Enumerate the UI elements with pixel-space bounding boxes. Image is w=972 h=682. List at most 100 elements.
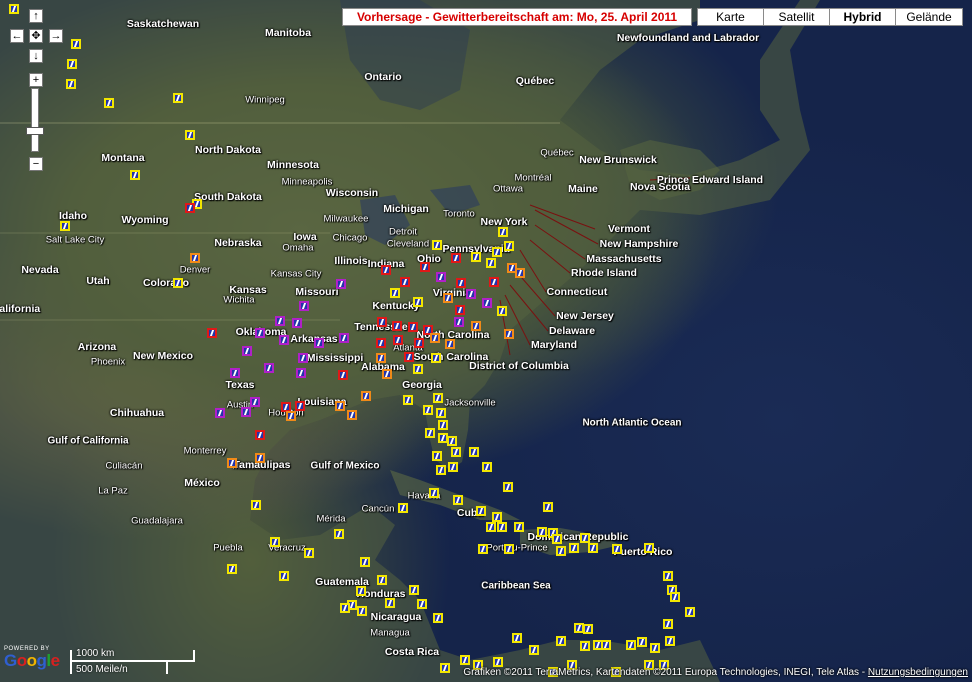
thunderstorm-marker-red[interactable] — [255, 430, 265, 440]
thunderstorm-marker-yellow[interactable] — [385, 598, 395, 608]
thunderstorm-marker-yellow[interactable] — [251, 500, 261, 510]
thunderstorm-marker-red[interactable] — [392, 321, 402, 331]
pan-left-button[interactable]: ← — [10, 29, 24, 43]
thunderstorm-marker-yellow[interactable] — [433, 393, 443, 403]
thunderstorm-marker-purple[interactable] — [466, 289, 476, 299]
thunderstorm-marker-yellow[interactable] — [417, 599, 427, 609]
thunderstorm-marker-yellow[interactable] — [588, 543, 598, 553]
thunderstorm-marker-red[interactable] — [338, 370, 348, 380]
thunderstorm-marker-red[interactable] — [295, 401, 305, 411]
thunderstorm-marker-yellow[interactable] — [429, 488, 439, 498]
thunderstorm-marker-red[interactable] — [381, 265, 391, 275]
pan-right-button[interactable]: → — [49, 29, 63, 43]
thunderstorm-marker-orange[interactable] — [347, 410, 357, 420]
thunderstorm-marker-yellow[interactable] — [497, 522, 507, 532]
thunderstorm-marker-yellow[interactable] — [663, 571, 673, 581]
thunderstorm-marker-orange[interactable] — [430, 333, 440, 343]
thunderstorm-marker-yellow[interactable] — [438, 420, 448, 430]
thunderstorm-marker-yellow[interactable] — [583, 624, 593, 634]
thunderstorm-marker-red[interactable] — [376, 338, 386, 348]
thunderstorm-marker-yellow[interactable] — [486, 522, 496, 532]
thunderstorm-marker-yellow[interactable] — [173, 93, 183, 103]
thunderstorm-marker-red[interactable] — [414, 338, 424, 348]
thunderstorm-marker-yellow[interactable] — [9, 4, 19, 14]
thunderstorm-marker-yellow[interactable] — [398, 503, 408, 513]
terms-of-use-link[interactable]: Nutzungsbedingungen — [868, 667, 968, 678]
map-type-gelande-button[interactable]: Gelände — [895, 8, 963, 26]
thunderstorm-marker-yellow[interactable] — [493, 657, 503, 667]
thunderstorm-marker-purple[interactable] — [292, 318, 302, 328]
thunderstorm-marker-purple[interactable] — [255, 328, 265, 338]
thunderstorm-marker-yellow[interactable] — [612, 544, 622, 554]
map-canvas[interactable]: Saskatchewan Manitoba Ontario Québec Newfoun… — [0, 0, 972, 682]
thunderstorm-marker-yellow[interactable] — [486, 258, 496, 268]
thunderstorm-marker-yellow[interactable] — [503, 482, 513, 492]
thunderstorm-marker-yellow[interactable] — [514, 522, 524, 532]
thunderstorm-marker-orange[interactable] — [376, 353, 386, 363]
thunderstorm-marker-red[interactable] — [456, 278, 466, 288]
thunderstorm-marker-yellow[interactable] — [436, 465, 446, 475]
thunderstorm-marker-purple[interactable] — [241, 407, 251, 417]
thunderstorm-marker-yellow[interactable] — [409, 585, 419, 595]
thunderstorm-marker-yellow[interactable] — [357, 606, 367, 616]
thunderstorm-marker-orange[interactable] — [255, 453, 265, 463]
thunderstorm-marker-yellow[interactable] — [66, 79, 76, 89]
thunderstorm-marker-purple[interactable] — [242, 346, 252, 356]
thunderstorm-marker-yellow[interactable] — [71, 39, 81, 49]
thunderstorm-marker-purple[interactable] — [279, 335, 289, 345]
thunderstorm-marker-purple[interactable] — [250, 397, 260, 407]
thunderstorm-marker-yellow[interactable] — [67, 59, 77, 69]
thunderstorm-marker-yellow[interactable] — [377, 575, 387, 585]
thunderstorm-marker-yellow[interactable] — [471, 252, 481, 262]
pan-up-button[interactable]: ↑ — [29, 9, 43, 23]
zoom-slider-track[interactable] — [31, 88, 39, 152]
thunderstorm-marker-yellow[interactable] — [440, 663, 450, 673]
thunderstorm-marker-yellow[interactable] — [173, 278, 183, 288]
thunderstorm-marker-yellow[interactable] — [447, 436, 457, 446]
thunderstorm-marker-yellow[interactable] — [340, 603, 350, 613]
thunderstorm-marker-red[interactable] — [393, 335, 403, 345]
thunderstorm-marker-yellow[interactable] — [650, 643, 660, 653]
thunderstorm-marker-yellow[interactable] — [431, 353, 441, 363]
thunderstorm-marker-yellow[interactable] — [663, 619, 673, 629]
thunderstorm-marker-yellow[interactable] — [360, 557, 370, 567]
thunderstorm-marker-yellow[interactable] — [665, 636, 675, 646]
thunderstorm-marker-red[interactable] — [185, 203, 195, 213]
thunderstorm-marker-yellow[interactable] — [497, 306, 507, 316]
thunderstorm-marker-purple[interactable] — [314, 338, 324, 348]
thunderstorm-marker-yellow[interactable] — [185, 130, 195, 140]
thunderstorm-marker-orange[interactable] — [286, 411, 296, 421]
thunderstorm-marker-yellow[interactable] — [569, 543, 579, 553]
thunderstorm-marker-yellow[interactable] — [270, 537, 280, 547]
thunderstorm-marker-yellow[interactable] — [580, 533, 590, 543]
thunderstorm-marker-yellow[interactable] — [580, 641, 590, 651]
thunderstorm-marker-purple[interactable] — [339, 333, 349, 343]
zoom-in-button[interactable]: + — [29, 73, 43, 87]
thunderstorm-marker-red[interactable] — [489, 277, 499, 287]
thunderstorm-marker-yellow[interactable] — [476, 506, 486, 516]
thunderstorm-marker-orange[interactable] — [515, 268, 525, 278]
thunderstorm-marker-yellow[interactable] — [460, 655, 470, 665]
thunderstorm-marker-yellow[interactable] — [436, 408, 446, 418]
thunderstorm-marker-yellow[interactable] — [504, 241, 514, 251]
thunderstorm-marker-purple[interactable] — [275, 316, 285, 326]
thunderstorm-marker-yellow[interactable] — [644, 543, 654, 553]
thunderstorm-marker-orange[interactable] — [227, 458, 237, 468]
thunderstorm-marker-red[interactable] — [451, 253, 461, 263]
google-logo[interactable]: POWERED BY Google — [4, 646, 60, 670]
map-type-satellit-button[interactable]: Satellit — [763, 8, 830, 26]
thunderstorm-marker-yellow[interactable] — [304, 548, 314, 558]
thunderstorm-marker-yellow[interactable] — [529, 645, 539, 655]
map-type-karte-button[interactable]: Karte — [697, 8, 764, 26]
thunderstorm-marker-yellow[interactable] — [637, 637, 647, 647]
thunderstorm-marker-purple[interactable] — [436, 272, 446, 282]
thunderstorm-marker-purple[interactable] — [230, 368, 240, 378]
thunderstorm-marker-orange[interactable] — [471, 321, 481, 331]
thunderstorm-marker-yellow[interactable] — [670, 592, 680, 602]
thunderstorm-marker-red[interactable] — [455, 305, 465, 315]
thunderstorm-marker-purple[interactable] — [264, 363, 274, 373]
thunderstorm-marker-purple[interactable] — [215, 408, 225, 418]
thunderstorm-marker-red[interactable] — [420, 262, 430, 272]
thunderstorm-marker-yellow[interactable] — [556, 636, 566, 646]
thunderstorm-marker-purple[interactable] — [336, 279, 346, 289]
